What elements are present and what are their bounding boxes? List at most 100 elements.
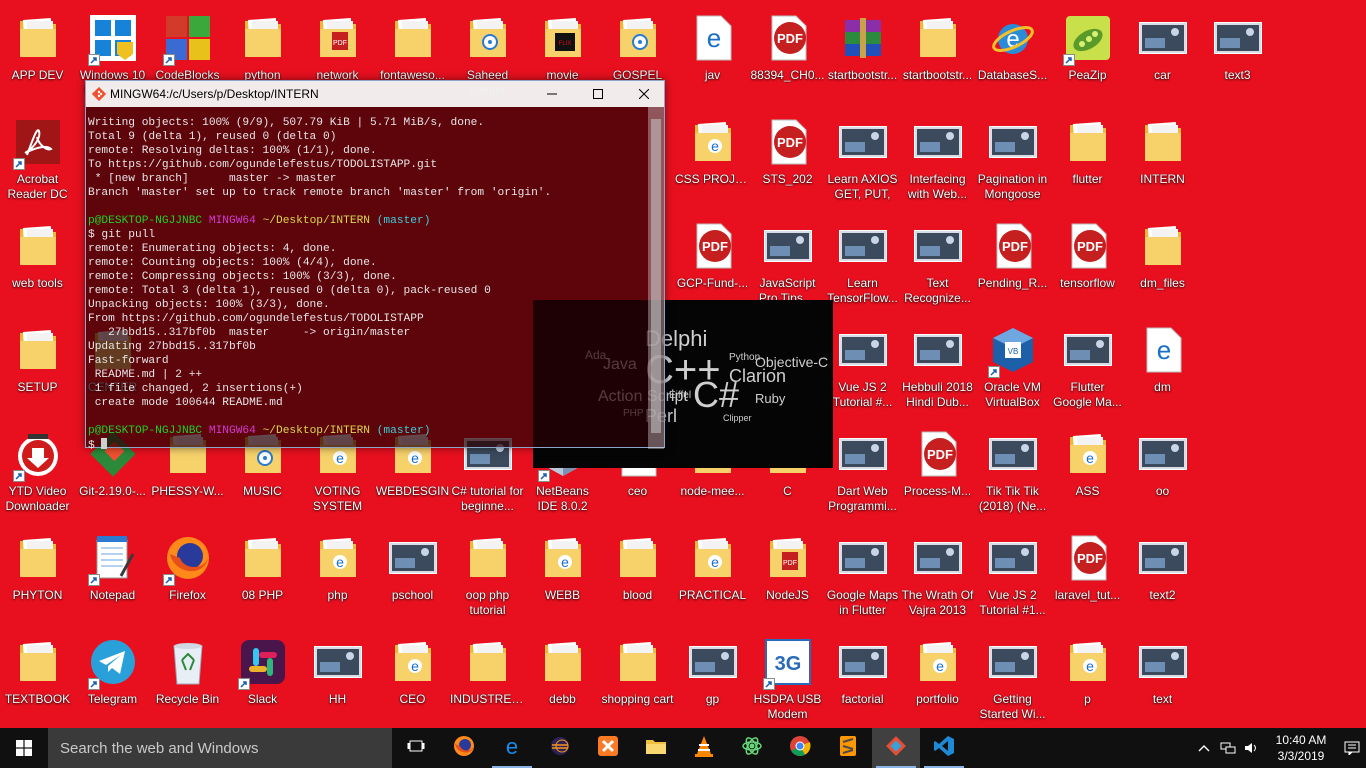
taskbar-xampp-button[interactable]	[584, 728, 632, 768]
desktop-icon-flutter-google-ma[interactable]: Flutter Google Ma...	[1050, 316, 1125, 420]
tray-network-button[interactable]	[1216, 728, 1240, 768]
desktop-icon-google-maps-in-flutter[interactable]: Google Maps in Flutter	[825, 524, 900, 628]
desktop-icon-the-wrath-of-vajra-2013[interactable]: The Wrath Of Vajra 2013	[900, 524, 975, 628]
terminal-titlebar[interactable]: MINGW64:/c/Users/p/Desktop/INTERN	[86, 81, 664, 107]
desktop-icon-phyton[interactable]: PHYTON	[0, 524, 75, 628]
desktop-icon-portfolio[interactable]: e portfolio	[900, 628, 975, 732]
desktop-icon-industreet[interactable]: INDUSTREET	[450, 628, 525, 732]
taskbar-chrome-button[interactable]	[776, 728, 824, 768]
sublime-icon	[837, 735, 859, 762]
desktop-icon-hh[interactable]: HH	[300, 628, 375, 732]
desktop-icon-startbootstr[interactable]: startbootstr...	[825, 4, 900, 108]
desktop-icon-php[interactable]: e php	[300, 524, 375, 628]
desktop-icon-oo[interactable]: oo	[1125, 420, 1200, 524]
taskbar-git-bash-button[interactable]	[872, 728, 920, 768]
start-button[interactable]	[0, 728, 48, 768]
desktop-icon-text[interactable]: text	[1125, 628, 1200, 732]
desktop-icon-databases[interactable]: e DatabaseS...	[975, 4, 1050, 108]
desktop-icon-peazip[interactable]: PeaZip	[1050, 4, 1125, 108]
desktop-icon-blood[interactable]: blood	[600, 524, 675, 628]
minimize-button[interactable]	[529, 81, 575, 107]
desktop-icon-hebbuli-2018-hindi-dub[interactable]: Hebbuli 2018 Hindi Dub...	[900, 316, 975, 420]
terminal-output[interactable]: Writing objects: 100% (9/9), 507.79 KiB …	[86, 107, 649, 449]
desktop-icon-vue-js-2-tutorial[interactable]: Vue JS 2 Tutorial #...	[825, 316, 900, 420]
taskbar-sublime-button[interactable]	[824, 728, 872, 768]
desktop-icon-nodejs[interactable]: PDF NodeJS	[750, 524, 825, 628]
desktop-icon-gp[interactable]: gp	[675, 628, 750, 732]
desktop-icon-firefox[interactable]: Firefox	[150, 524, 225, 628]
desktop-icon-learn-tensorflow[interactable]: Learn TensorFlow...	[825, 212, 900, 316]
desktop-icon-webb[interactable]: e WEBB	[525, 524, 600, 628]
desktop-icon-car[interactable]: car	[1125, 4, 1200, 108]
terminal-scrollbar[interactable]	[648, 107, 664, 449]
taskbar-firefox-button[interactable]	[440, 728, 488, 768]
desktop-icon-text-recognize[interactable]: Text Recognize...	[900, 212, 975, 316]
desktop-icon-jav[interactable]: e jav	[675, 4, 750, 108]
desktop-icon-p[interactable]: ep	[1050, 628, 1125, 732]
desktop-icon-factorial[interactable]: factorial	[825, 628, 900, 732]
desktop-icon-practical[interactable]: e PRACTICAL	[675, 524, 750, 628]
desktop-icon-process-m[interactable]: PDF Process-M...	[900, 420, 975, 524]
desktop-icon-getting-started-wi[interactable]: Getting Started Wi...	[975, 628, 1050, 732]
desktop-icon-dm-files[interactable]: dm_files	[1125, 212, 1200, 316]
desktop-icon-08-php[interactable]: 08 PHP	[225, 524, 300, 628]
desktop-icon-tensorflow[interactable]: PDF tensorflow	[1050, 212, 1125, 316]
desktop-icon-shopping-cart[interactable]: shopping cart	[600, 628, 675, 732]
desktop-icon-intern[interactable]: INTERN	[1125, 108, 1200, 212]
tray-volume-button[interactable]	[1240, 728, 1264, 768]
desktop-icon-ceo[interactable]: e CEO	[375, 628, 450, 732]
desktop-icon-sts-202[interactable]: PDF STS_202	[750, 108, 825, 212]
terminal-line-text: $	[88, 440, 102, 449]
taskbar-edge-button[interactable]: e	[488, 728, 536, 768]
desktop-icon-pschool[interactable]: pschool	[375, 524, 450, 628]
maximize-button[interactable]	[575, 81, 621, 107]
scrollbar-thumb[interactable]	[651, 119, 661, 433]
desktop-icon-app-dev[interactable]: APP DEV	[0, 4, 75, 108]
taskbar-vscode-button[interactable]	[920, 728, 968, 768]
desktop-icon-pagination-in-mongoose[interactable]: Pagination in Mongoose	[975, 108, 1050, 212]
desktop-icon-oop-php-tutorial[interactable]: oop php tutorial	[450, 524, 525, 628]
desktop-icon-hsdpa-usb-modem[interactable]: 3G HSDPA USB Modem	[750, 628, 825, 732]
desktop-icon-learn-axios-get-put-p[interactable]: Learn AXIOS GET, PUT, P...	[825, 108, 900, 212]
desktop-icon-textbook[interactable]: TEXTBOOK	[0, 628, 75, 732]
desktop-icon-telegram[interactable]: Telegram	[75, 628, 150, 732]
desktop-icon-tik-tik-tik-2018-ne[interactable]: Tik Tik Tik (2018) (Ne...	[975, 420, 1050, 524]
desktop-icon-interfacing-with-web[interactable]: Interfacing with Web...	[900, 108, 975, 212]
desktop-icon-ytd-video-downloader[interactable]: YTD Video Downloader	[0, 420, 75, 524]
desktop-icon-dart-web-programmi[interactable]: Dart Web Programmi...	[825, 420, 900, 524]
taskbar-atom-button[interactable]	[728, 728, 776, 768]
desktop-icon-debb[interactable]: debb	[525, 628, 600, 732]
close-button[interactable]	[621, 81, 667, 107]
action-center-button[interactable]	[1338, 728, 1366, 768]
desktop-icon-startbootstr[interactable]: startbootstr...	[900, 4, 975, 108]
clock[interactable]: 10:40 AM 3/3/2019	[1264, 732, 1338, 764]
desktop-icon-text3[interactable]: text3	[1200, 4, 1275, 108]
tray-overflow-button[interactable]	[1192, 728, 1216, 768]
desktop-icon-setup[interactable]: SETUP	[0, 316, 75, 420]
desktop-icon-oracle-vm-virtualbox[interactable]: VB Oracle VM VirtualBox	[975, 316, 1050, 420]
terminal-window[interactable]: MINGW64:/c/Users/p/Desktop/INTERN Writin…	[85, 80, 665, 449]
desktop-icon-text2[interactable]: text2	[1125, 524, 1200, 628]
desktop-icon-88394-ch0[interactable]: PDF 88394_CH0...	[750, 4, 825, 108]
desktop-icon-flutter[interactable]: flutter	[1050, 108, 1125, 212]
desktop-icon-slack[interactable]: Slack	[225, 628, 300, 732]
desktop-icon-label: p	[1084, 692, 1091, 706]
taskbar-eclipse-button[interactable]	[536, 728, 584, 768]
desktop-icon-vue-js-2-tutorial-1[interactable]: Vue JS 2 Tutorial #1...	[975, 524, 1050, 628]
desktop-icon-recycle-bin[interactable]: Recycle Bin	[150, 628, 225, 732]
desktop-icon-ass[interactable]: e ASS	[1050, 420, 1125, 524]
desktop-icon-pending-r[interactable]: PDF Pending_R...	[975, 212, 1050, 316]
desktop-icon-laravel-tut[interactable]: PDF laravel_tut...	[1050, 524, 1125, 628]
search-box[interactable]: Search the web and Windows	[48, 728, 392, 768]
folder-icon	[914, 14, 962, 62]
desktop-icon-css-project[interactable]: e CSS PROJECT	[675, 108, 750, 212]
taskbar-task-view-button[interactable]	[392, 728, 440, 768]
taskbar-vlc-button[interactable]	[680, 728, 728, 768]
vscode-icon	[933, 735, 955, 762]
desktop-icon-acrobat-reader-dc[interactable]: Acrobat Reader DC	[0, 108, 75, 212]
desktop-icon-notepad[interactable]: Notepad	[75, 524, 150, 628]
taskbar-file-explorer-button[interactable]	[632, 728, 680, 768]
desktop-icon-web-tools[interactable]: web tools	[0, 212, 75, 316]
desktop-icon-dm[interactable]: e dm	[1125, 316, 1200, 420]
terminal-line-text: Fast-forward	[88, 355, 169, 367]
